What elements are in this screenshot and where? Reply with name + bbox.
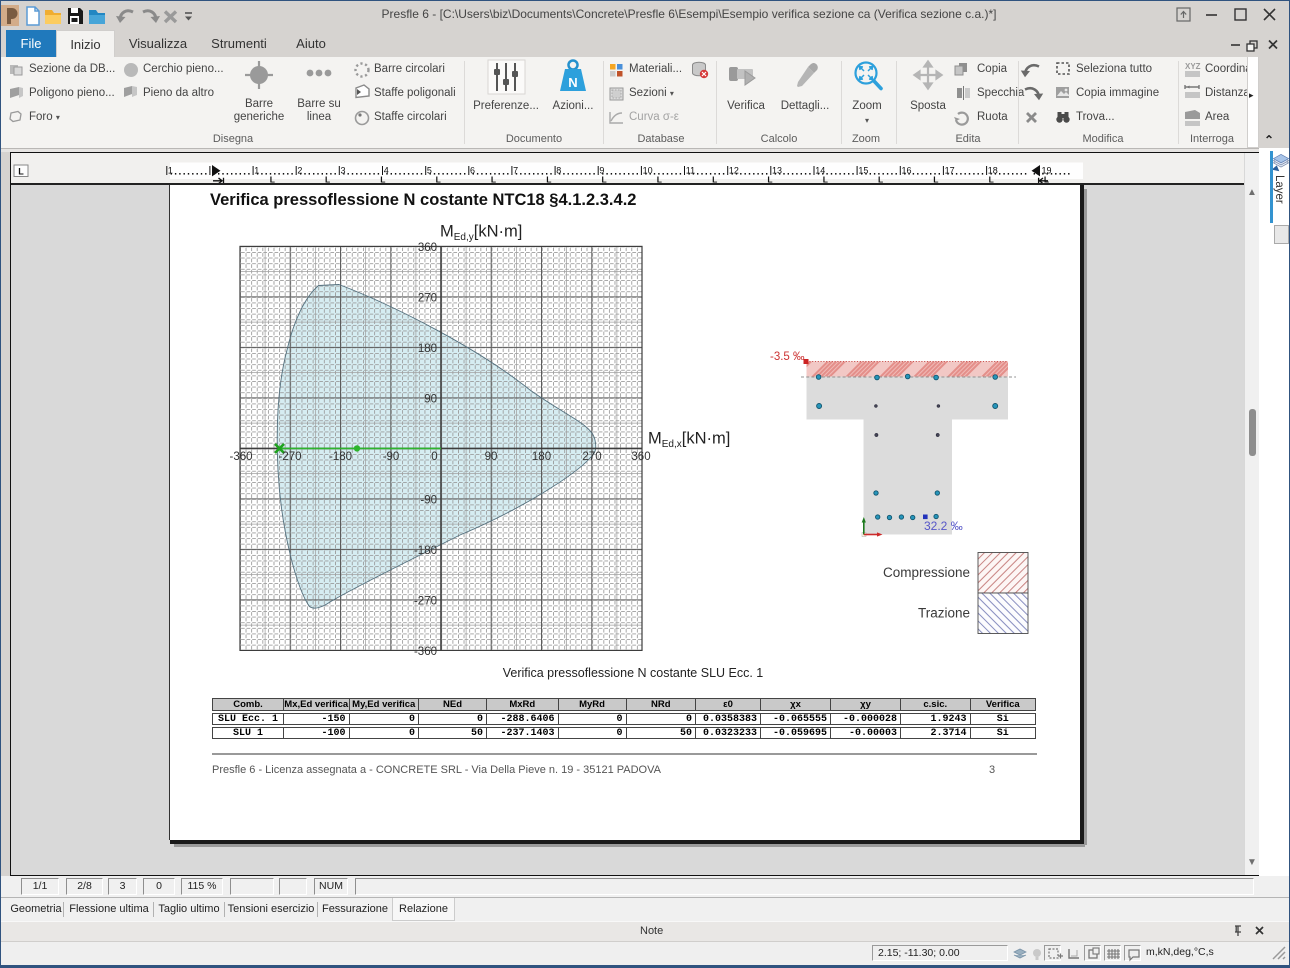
svg-text:16: 16 — [902, 166, 912, 176]
svg-text:8: 8 — [556, 166, 561, 176]
svg-text:17: 17 — [945, 166, 955, 176]
svg-text:1: 1 — [254, 166, 259, 176]
svg-text:7: 7 — [513, 166, 518, 176]
svg-text:15: 15 — [858, 166, 868, 176]
svg-text:3: 3 — [341, 166, 346, 176]
svg-text:10: 10 — [643, 166, 653, 176]
svg-text:5: 5 — [427, 166, 432, 176]
svg-text:13: 13 — [772, 166, 782, 176]
svg-text:6: 6 — [470, 166, 475, 176]
svg-text:L: L — [18, 167, 24, 177]
svg-text:12: 12 — [729, 166, 739, 176]
svg-text:N: N — [568, 75, 577, 90]
svg-text:XYZ: XYZ — [1185, 62, 1201, 71]
svg-text:2: 2 — [297, 166, 302, 176]
svg-text:1: 1 — [168, 166, 173, 176]
